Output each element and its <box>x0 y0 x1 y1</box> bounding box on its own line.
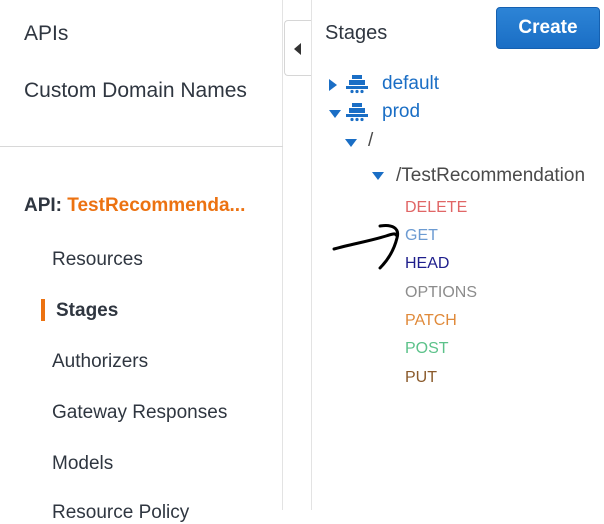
stage-icon <box>346 103 368 122</box>
stage-icon <box>346 75 368 94</box>
expand-down-icon[interactable] <box>329 110 341 118</box>
expand-down-icon[interactable] <box>372 172 384 180</box>
method-patch[interactable]: PATCH <box>405 312 457 330</box>
nav-custom-domain-names[interactable]: Custom Domain Names <box>24 79 247 103</box>
hand-drawn-arrow-icon <box>332 224 400 270</box>
expand-right-icon[interactable] <box>329 79 337 91</box>
api-heading: API: TestRecommenda... <box>24 195 245 217</box>
method-post[interactable]: POST <box>405 340 449 358</box>
sidebar-divider <box>0 146 283 147</box>
active-indicator <box>41 299 45 321</box>
stage-default[interactable]: default <box>382 73 439 95</box>
sidebar-item-models[interactable]: Models <box>52 453 113 475</box>
panel-divider <box>311 0 312 510</box>
api-name-link[interactable]: TestRecommenda... <box>67 195 245 216</box>
chevron-left-icon <box>294 43 301 55</box>
stage-prod[interactable]: prod <box>382 101 420 123</box>
method-head[interactable]: HEAD <box>405 255 449 273</box>
create-button[interactable]: Create <box>496 7 600 49</box>
sidebar-item-resource-policy[interactable]: Resource Policy <box>52 502 189 524</box>
path-root[interactable]: / <box>368 130 373 152</box>
sidebar-item-authorizers[interactable]: Authorizers <box>52 351 148 373</box>
stages-title: Stages <box>325 22 388 44</box>
sidebar: APIs Custom Domain Names API: TestRecomm… <box>0 0 283 523</box>
method-put[interactable]: PUT <box>405 369 437 387</box>
sidebar-item-stages[interactable]: Stages <box>56 300 118 322</box>
method-delete[interactable]: DELETE <box>405 199 467 217</box>
method-options[interactable]: OPTIONS <box>405 284 477 302</box>
api-prefix: API: <box>24 195 62 216</box>
method-get[interactable]: GET <box>405 227 438 245</box>
collapse-sidebar-button[interactable] <box>284 20 312 76</box>
sidebar-item-gateway-responses[interactable]: Gateway Responses <box>52 402 227 424</box>
nav-apis[interactable]: APIs <box>24 22 68 46</box>
sidebar-item-resources[interactable]: Resources <box>52 249 143 271</box>
expand-down-icon[interactable] <box>345 139 357 147</box>
path-testrecommendation[interactable]: /TestRecommendation <box>396 165 585 187</box>
